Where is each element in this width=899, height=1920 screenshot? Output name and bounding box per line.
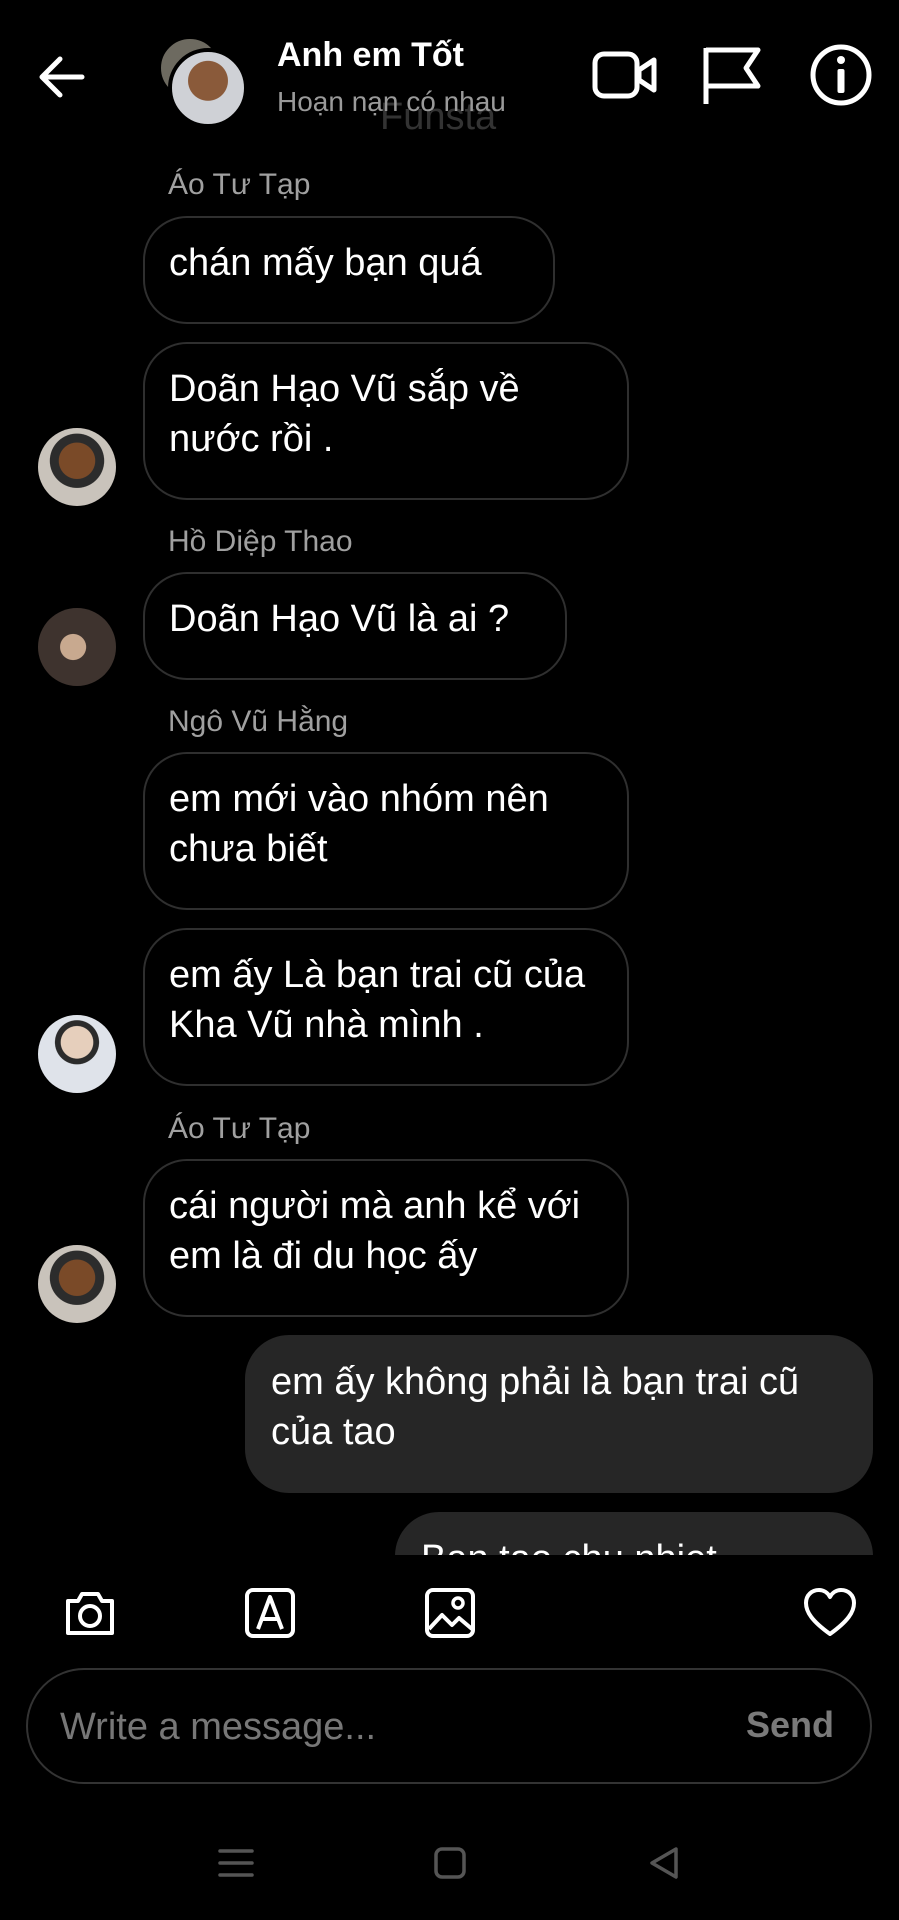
sender-name: Ngô Vũ Hằng bbox=[168, 705, 349, 738]
sender-avatar[interactable] bbox=[38, 428, 116, 506]
send-button[interactable]: Send bbox=[746, 1704, 834, 1746]
video-call-icon[interactable] bbox=[590, 40, 660, 110]
flag-icon[interactable] bbox=[696, 40, 766, 110]
group-avatar[interactable] bbox=[168, 48, 248, 128]
camera-icon[interactable] bbox=[62, 1585, 118, 1641]
sender-name: Áo Tư Tạp bbox=[168, 168, 311, 201]
sender-name: Áo Tư Tạp bbox=[168, 1112, 311, 1145]
outgoing-message-bubble-partial[interactable]: Ban tao chu nhiet bbox=[395, 1512, 873, 1555]
sticker-text-icon[interactable] bbox=[242, 1585, 298, 1641]
info-icon[interactable] bbox=[806, 40, 876, 110]
recent-apps-icon[interactable] bbox=[216, 1843, 256, 1883]
chat-title[interactable]: Anh em Tốt bbox=[277, 36, 464, 75]
message-bubble[interactable]: em ấy Là bạn trai cũ của Kha Vũ nhà mình… bbox=[143, 928, 629, 1086]
sender-avatar[interactable] bbox=[38, 1245, 116, 1323]
message-bubble[interactable]: em mới vào nhóm nên chưa biết bbox=[143, 752, 629, 910]
gallery-icon[interactable] bbox=[422, 1585, 478, 1641]
back-nav-icon[interactable] bbox=[644, 1843, 684, 1883]
sender-avatar[interactable] bbox=[38, 608, 116, 686]
message-input[interactable] bbox=[58, 1690, 702, 1764]
message-bubble[interactable]: Doãn Hạo Vũ là ai ? bbox=[143, 572, 567, 680]
back-arrow-icon[interactable] bbox=[30, 45, 94, 109]
message-bubble[interactable]: Doãn Hạo Vũ sắp về nước rồi . bbox=[143, 342, 629, 500]
message-clip: Ban tao chu nhiet bbox=[0, 1512, 899, 1555]
message-bubble[interactable]: cái người mà anh kể với em là đi du học … bbox=[143, 1159, 629, 1317]
home-icon[interactable] bbox=[430, 1843, 470, 1883]
sender-name: Hồ Diệp Thao bbox=[168, 525, 353, 558]
heart-icon[interactable] bbox=[802, 1585, 858, 1641]
outgoing-message-bubble[interactable]: em ấy không phải là bạn trai cũ của tao bbox=[245, 1335, 873, 1493]
message-composer: Send bbox=[26, 1668, 872, 1784]
chat-subtitle: Hoạn nạn có nhau bbox=[277, 86, 506, 117]
sender-avatar[interactable] bbox=[38, 1015, 116, 1093]
message-bubble[interactable]: chán mấy bạn quá bbox=[143, 216, 555, 324]
